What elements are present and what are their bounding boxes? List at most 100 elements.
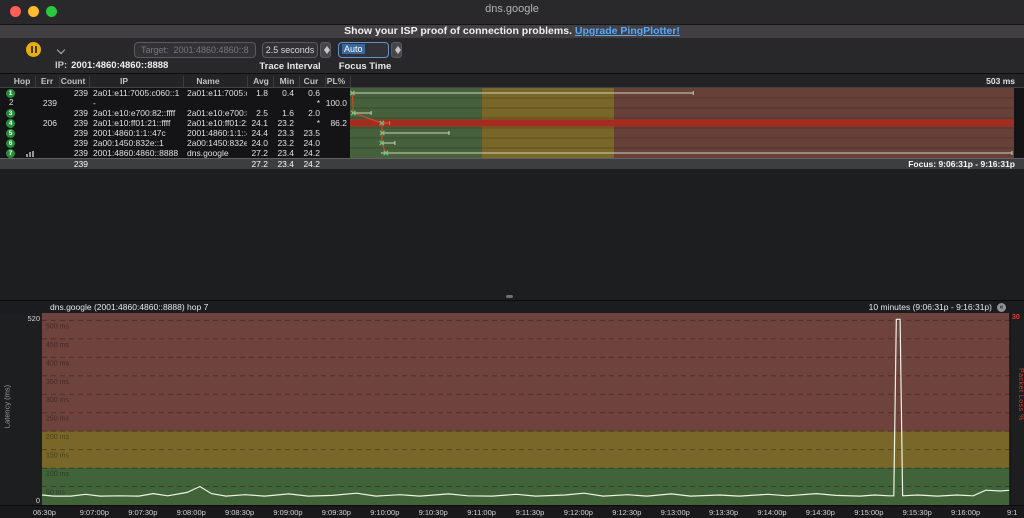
column-header-name[interactable]: Name xyxy=(196,76,219,86)
cell-cur: * xyxy=(294,98,320,108)
column-header-count[interactable]: Count xyxy=(61,76,86,86)
cell-count: 239 xyxy=(58,118,88,128)
focus-time-field[interactable]: Auto xyxy=(338,42,389,58)
column-header-avg[interactable]: Avg xyxy=(253,76,269,86)
time-tick-label: 9:10:00p xyxy=(370,508,399,517)
upgrade-banner: Show your ISP proof of connection proble… xyxy=(0,25,1024,38)
cell-count: 239 xyxy=(58,88,88,98)
column-separator xyxy=(325,76,326,87)
stepper-down-icon[interactable] xyxy=(395,50,401,54)
cell-min: 23.4 xyxy=(268,148,294,158)
expander-icon[interactable]: « xyxy=(997,303,1006,312)
splitter-handle[interactable] xyxy=(506,295,513,298)
timeline-ymax-label: 520 xyxy=(16,314,40,323)
time-tick-label: 9:15:00p xyxy=(854,508,883,517)
stepper-down-icon[interactable] xyxy=(324,50,330,54)
time-axis: 06:30p9:07:00p9:07:30p9:08:00p9:08:30p9:… xyxy=(0,505,1024,518)
time-tick-label: 9:09:00p xyxy=(273,508,302,517)
table-row[interactable]: 32392a01:e10:e700:82::ffff2a01:e10:e700:… xyxy=(0,108,350,118)
column-header-cur[interactable]: Cur xyxy=(304,76,319,86)
target-input[interactable] xyxy=(134,42,256,58)
column-separator xyxy=(350,76,351,87)
hop-number: 2 xyxy=(9,98,13,108)
ip-label: IP: xyxy=(55,60,67,71)
cell-name: dns.google xyxy=(187,148,247,158)
cell-name: 2a01:e11:7005:c060::1 xyxy=(187,88,247,98)
svg-text:300 ms: 300 ms xyxy=(46,397,69,404)
timeline-plot[interactable]: 50 ms100 ms150 ms200 ms250 ms300 ms350 m… xyxy=(0,313,1024,505)
column-header-ip[interactable]: IP xyxy=(120,76,128,86)
hop-number-badge: 4 xyxy=(6,119,15,128)
cell-count: 239 xyxy=(58,108,88,118)
table-row[interactable]: 52392001:4860:1:1::47c2001:4860:1:1::47c… xyxy=(0,128,350,138)
svg-text:250 ms: 250 ms xyxy=(46,416,69,423)
cell-avg: 2.5 xyxy=(242,108,268,118)
cell-avg: 24.1 xyxy=(242,118,268,128)
time-tick-label: 9:12:00p xyxy=(564,508,593,517)
cell-ip: 2a01:e10:ff01:21::ffff xyxy=(93,118,183,128)
svg-text:500 ms: 500 ms xyxy=(46,323,69,330)
time-tick-label: 9:14:30p xyxy=(806,508,835,517)
cell-count: 239 xyxy=(58,138,88,148)
cell-ip: 2001:4860:4860::8888 xyxy=(93,148,183,158)
cell-name: 2a01:e10:ff01:21::ffff xyxy=(187,118,247,128)
column-separator xyxy=(273,76,274,87)
cell-avg: 1.8 xyxy=(242,88,268,98)
cell-cur: 2.0 xyxy=(294,108,320,118)
cell-ip: 2001:4860:1:1::47c xyxy=(93,128,183,138)
cell-count: 239 xyxy=(58,148,88,158)
cell-cur: 23.5 xyxy=(294,128,320,138)
time-tick-label: 9:12:30p xyxy=(612,508,641,517)
time-tick-label: 9:09:30p xyxy=(322,508,351,517)
summary-min: 23.4 xyxy=(268,159,294,169)
time-tick-label: 9:1 xyxy=(1007,508,1017,517)
cell-count: 239 xyxy=(58,128,88,138)
timeline-title: dns.google (2001:4860:4860::8888) hop 7 xyxy=(50,301,208,313)
column-header-pl[interactable]: PL% xyxy=(327,76,345,86)
time-tick-label: 9:13:00p xyxy=(661,508,690,517)
banner-text: Show your ISP proof of connection proble… xyxy=(344,25,572,37)
window-title: dns.google xyxy=(0,3,1024,15)
packet-loss-axis-label: Packet Loss % xyxy=(1012,368,1024,421)
cell-avg: 27.2 xyxy=(242,148,268,158)
column-header-hop[interactable]: Hop xyxy=(14,76,31,86)
time-tick-label: 9:08:30p xyxy=(225,508,254,517)
column-separator xyxy=(299,76,300,87)
cell-err: 206 xyxy=(30,118,57,128)
titlebar: dns.google xyxy=(0,0,1024,25)
time-tick-label: 9:08:00p xyxy=(177,508,206,517)
svg-text:200 ms: 200 ms xyxy=(46,434,69,441)
latency-axis-label: Latency (ms) xyxy=(3,372,12,442)
trace-interval-field[interactable]: 2.5 seconds xyxy=(262,42,318,58)
chevron-down-icon[interactable] xyxy=(57,46,65,54)
table-row[interactable]: 72392001:4860:4860::8888dns.google27.223… xyxy=(0,148,350,158)
cell-name: 2001:4860:1:1::47c xyxy=(187,128,247,138)
cell-ip: 2a00:1450:832e::1 xyxy=(93,138,183,148)
svg-text:100 ms: 100 ms xyxy=(46,471,69,478)
column-header-err[interactable]: Err xyxy=(41,76,53,86)
cell-ip: 2a01:e10:e700:82::ffff xyxy=(93,108,183,118)
trace-interval-stepper[interactable] xyxy=(320,42,331,58)
hop-number-badge: 1 xyxy=(6,89,15,98)
time-tick-label: 9:14:00p xyxy=(757,508,786,517)
svg-text:450 ms: 450 ms xyxy=(46,342,69,349)
table-row[interactable]: 12392a01:e11:7005:c060::12a01:e11:7005:c… xyxy=(0,88,350,98)
hop-latency-graph[interactable] xyxy=(350,88,1014,158)
table-row[interactable]: 2239-*100.0 xyxy=(0,98,350,108)
table-row[interactable]: 4 206239 2a01:e10:ff01:21::ffff 2a01:e10:ff… xyxy=(0,118,350,128)
cell-cur: * xyxy=(294,118,320,128)
timeline-ymin-label: 0 xyxy=(28,496,40,505)
column-separator xyxy=(59,76,60,87)
upgrade-link[interactable]: Upgrade PingPlotter! xyxy=(575,25,680,37)
table-row[interactable]: 62392a00:1450:832e::12a00:1450:832e::124… xyxy=(0,138,350,148)
focus-time-stepper[interactable] xyxy=(391,42,402,58)
svg-text:150 ms: 150 ms xyxy=(46,453,69,460)
pause-button[interactable] xyxy=(26,42,41,57)
column-separator xyxy=(247,76,248,87)
svg-text:350 ms: 350 ms xyxy=(46,379,69,386)
pause-icon xyxy=(31,46,33,53)
cell-avg: 24.4 xyxy=(242,128,268,138)
cell-avg: 24.0 xyxy=(242,138,268,148)
hop-number-badge: 3 xyxy=(6,109,15,118)
column-header-min[interactable]: Min xyxy=(280,76,295,86)
